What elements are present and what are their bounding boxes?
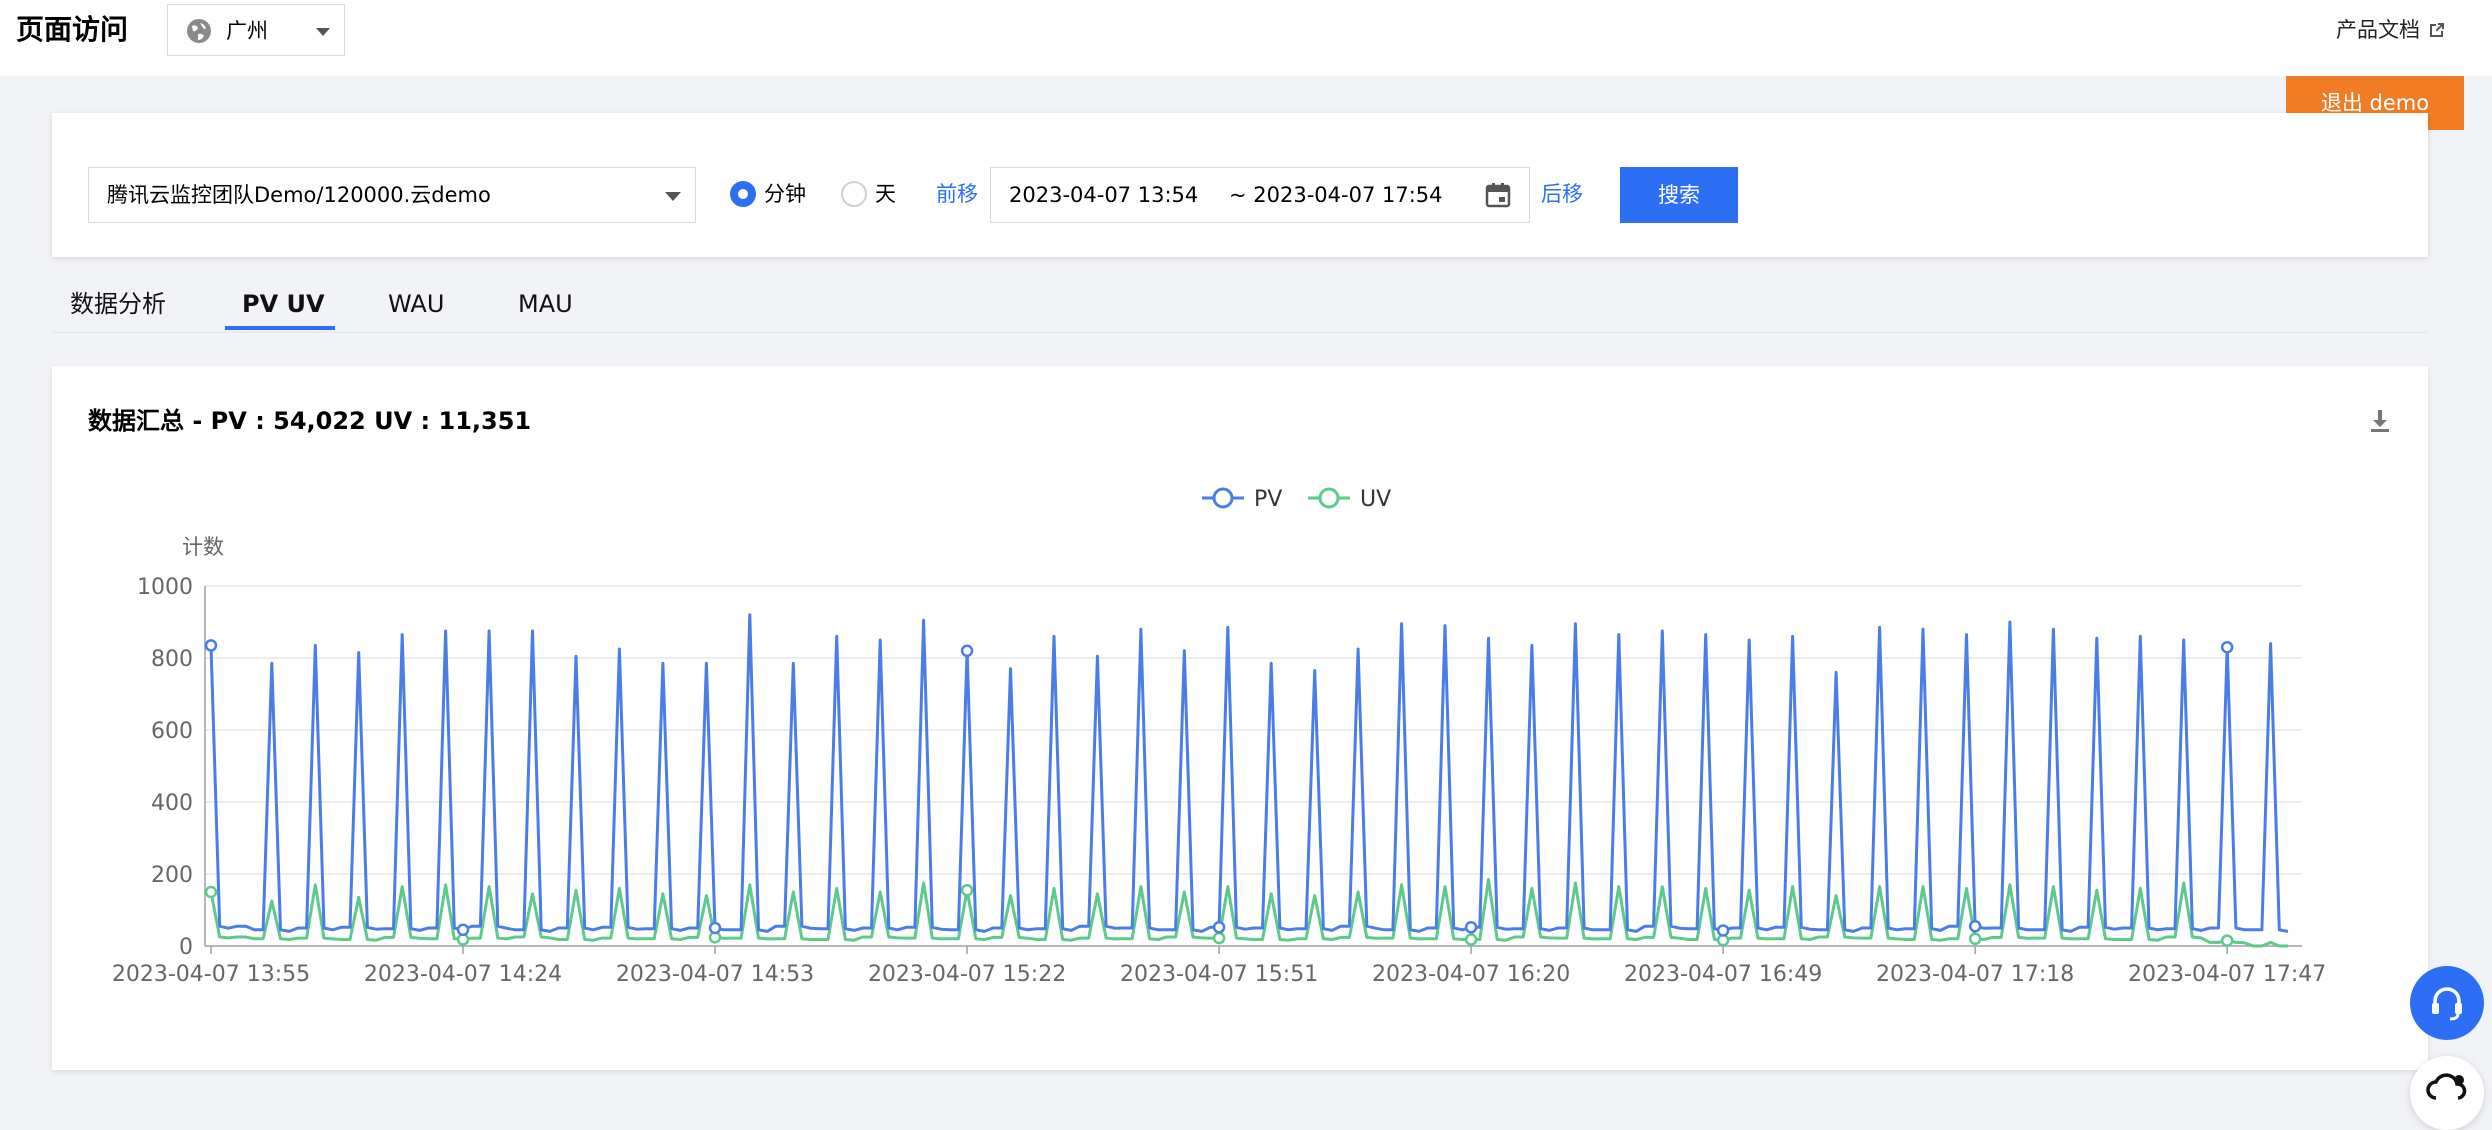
legend-label-uv: UV: [1360, 487, 1391, 512]
tab-pv-uv[interactable]: PV UV: [242, 288, 325, 320]
series-line-pv: [209, 613, 2289, 933]
date-range-picker[interactable]: 2023-04-07 13:54 ~ 2023-04-07 17:54: [990, 167, 1530, 223]
y-tick-label: 400: [151, 791, 193, 816]
region-label: 广州: [226, 19, 268, 43]
x-tick-label: 2023-04-07 13:55: [112, 962, 310, 987]
data-point-uv: [1212, 931, 1226, 945]
x-tick-label: 2023-04-07 16:20: [1372, 962, 1570, 987]
radio-day-label: 天: [875, 182, 896, 206]
chart-panel: 数据汇总 - PV : 54,022 UV : 11,351 0 200 400 60…: [52, 366, 2428, 1070]
data-point-uv: [204, 885, 218, 899]
data-point-pv: [1716, 924, 1730, 937]
start-time: 2023-04-07 13:54: [1009, 183, 1199, 207]
customer-service-button[interactable]: [2410, 966, 2484, 1040]
top-bar: 页面访问 广州 产品文档: [0, 0, 2492, 76]
product-docs-link[interactable]: 产品文档: [2336, 16, 2446, 44]
instance-select[interactable]: 腾讯云监控团队Demo/120000.云demo: [88, 167, 696, 223]
tab-data-analysis[interactable]: 数据分析: [70, 288, 166, 320]
product-docs-label: 产品文档: [2336, 18, 2420, 42]
tab-mau[interactable]: MAU: [518, 288, 573, 320]
data-point-pv: [204, 639, 218, 652]
x-tick-label: 2023-04-07 16:49: [1624, 962, 1822, 987]
x-tick-label: 2023-04-07 15:51: [1120, 962, 1318, 987]
y-tick-label: 1000: [137, 575, 193, 600]
data-point-uv: [1968, 932, 1982, 946]
radio-unchecked-icon: [841, 181, 867, 207]
y-tick-label: 0: [179, 935, 193, 960]
cloud-icon: [2426, 1073, 2467, 1100]
x-tick-label: 2023-04-07 14:24: [364, 962, 562, 987]
prev-range-link[interactable]: 前移: [936, 180, 978, 208]
end-time: ~ 2023-04-07 17:54: [1229, 183, 1443, 207]
x-tick-label: 2023-04-07 17:18: [1876, 962, 2074, 987]
legend-marker-pv: [1212, 487, 1234, 509]
radio-minute-label: 分钟: [764, 182, 806, 206]
calendar-icon: [1485, 183, 1511, 208]
data-point-pv: [960, 644, 974, 658]
y-axis-title: 计数: [182, 535, 224, 559]
tab-wau[interactable]: WAU: [388, 288, 444, 320]
data-point-pv: [1464, 921, 1478, 934]
data-point-pv: [2220, 640, 2234, 654]
headset-icon: [2432, 987, 2462, 1021]
globe-icon: [187, 19, 211, 43]
cloud-assistant-button[interactable]: [2410, 1056, 2484, 1130]
data-point-uv: [2220, 934, 2234, 947]
y-tick-label: 200: [151, 863, 193, 888]
active-tab-indicator: [225, 326, 335, 330]
chevron-down-icon: [665, 192, 681, 201]
x-tick-label: 2023-04-07 15:22: [868, 962, 1066, 987]
data-point-pv: [456, 923, 470, 937]
tab-bar: 数据分析 PV UV WAU MAU: [52, 282, 2428, 333]
data-point-uv: [960, 883, 974, 897]
data-point-uv: [1464, 933, 1478, 946]
x-tick-label: 2023-04-07 14:53: [616, 962, 814, 987]
filter-panel: 腾讯云监控团队Demo/120000.云demo 分钟 天 前移 2023-04…: [52, 113, 2428, 257]
page-title: 页面访问: [16, 13, 129, 46]
radio-checked-icon: [730, 181, 756, 207]
radio-minute[interactable]: 分钟: [730, 180, 806, 208]
pv-uv-line-chart: 0 200 400 600 800 1000 计数 2023-04-07 13:55 2023-…: [112, 487, 2326, 987]
region-select[interactable]: 广州: [167, 4, 345, 56]
y-tick-label: 600: [151, 719, 193, 744]
search-button[interactable]: 搜索: [1620, 167, 1738, 223]
chevron-down-icon: [316, 28, 330, 36]
x-tick-label: 2023-04-07 17:47: [2128, 962, 2326, 987]
legend-label-pv: PV: [1254, 487, 1282, 512]
external-link-icon: [2430, 23, 2444, 37]
legend-marker-uv: [1318, 487, 1340, 509]
data-point-pv: [1968, 919, 1982, 933]
radio-day[interactable]: 天: [841, 180, 896, 208]
y-tick-label: 800: [151, 647, 193, 672]
next-range-link[interactable]: 后移: [1541, 180, 1583, 208]
data-point-pv: [708, 921, 722, 935]
data-point-pv: [1212, 921, 1226, 934]
instance-label: 腾讯云监控团队Demo/120000.云demo: [107, 183, 491, 207]
